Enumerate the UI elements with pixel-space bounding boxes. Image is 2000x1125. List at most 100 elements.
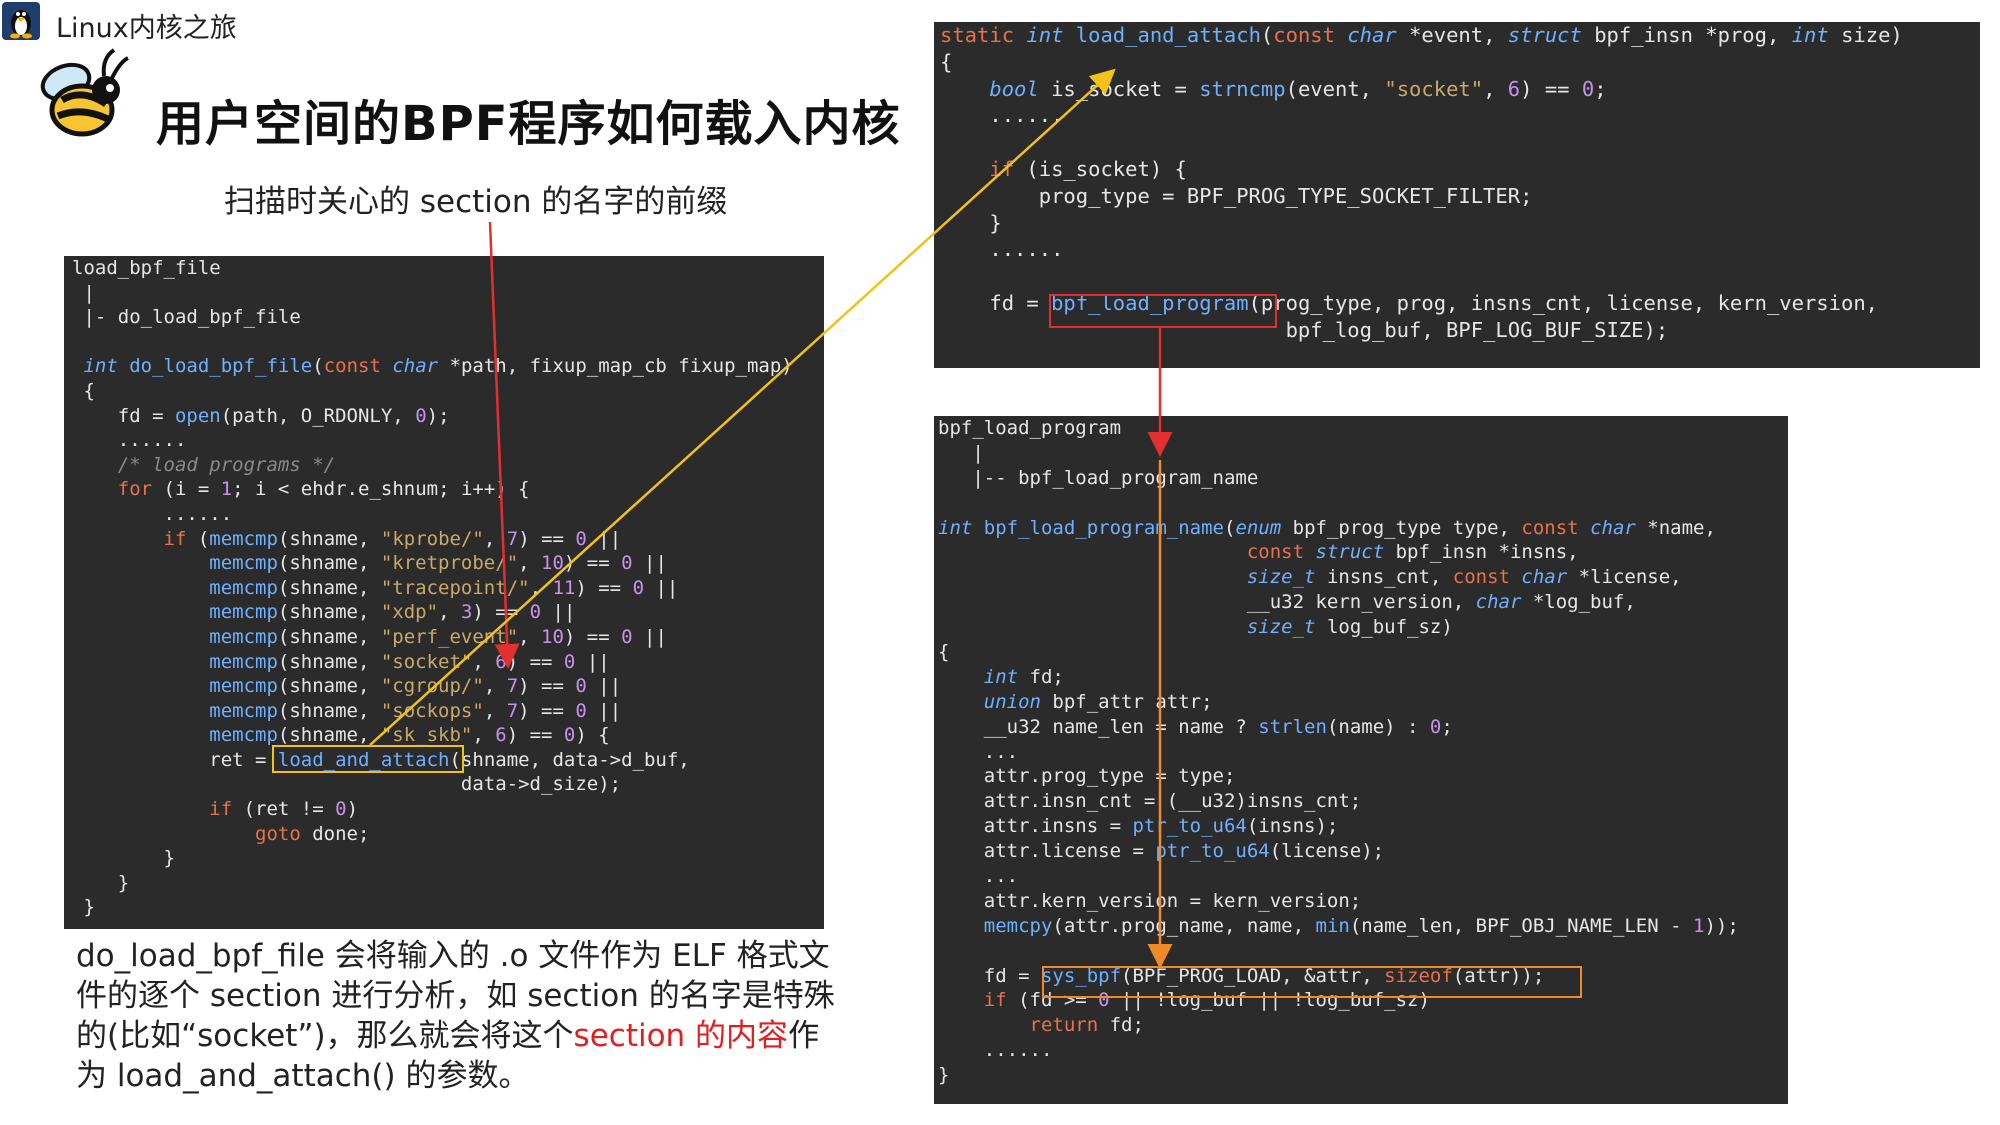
code-line: memcmp(shname, "perf_event", 10) == 0 || xyxy=(72,625,793,650)
code-token: , xyxy=(438,601,461,624)
highlight-sys-bpf-call xyxy=(1042,966,1582,998)
code-token: (name_len, BPF_OBJ_NAME_LEN - xyxy=(1349,914,1693,937)
bee-icon xyxy=(32,44,130,144)
code-token: ); xyxy=(426,404,450,427)
code-token: prog_type = BPF_PROG_TYPE_SOCKET_FILTER; xyxy=(940,183,1533,208)
code-block: load_bpf_file | |- do_load_bpf_file int … xyxy=(64,256,793,920)
code-line: } xyxy=(938,1063,1739,1088)
code-line: memcmp(shname, "sockops", 7) == 0 || xyxy=(72,699,793,724)
code-token: 10 xyxy=(541,625,564,648)
code-token: || xyxy=(575,650,610,673)
code-line: for (i = 1; i < ehdr.e_shnum; i++) { xyxy=(72,477,793,502)
code-line: } xyxy=(72,846,793,871)
code-token: (shname, xyxy=(277,576,381,599)
code-token: const xyxy=(1521,516,1591,539)
code-token: bpf_attr attr; xyxy=(1052,690,1213,713)
code-token: "kretprobe/" xyxy=(380,552,519,575)
code-token: memcmp xyxy=(72,576,278,599)
code-token: ) == xyxy=(518,699,576,722)
tux-penguin-icon xyxy=(2,2,40,40)
code-line: ...... xyxy=(72,502,793,527)
code-token: for xyxy=(72,478,164,501)
code-token: log_buf_sz) xyxy=(1326,616,1453,639)
code-line: memcpy(attr.prog_name, name, min(name_le… xyxy=(938,914,1739,939)
code-token: /* load programs */ xyxy=(72,453,336,476)
code-token: 0 xyxy=(632,576,645,599)
code-token: { xyxy=(72,379,95,402)
code-token: ...... xyxy=(938,1039,1053,1062)
code-token: memcmp xyxy=(72,699,278,722)
code-token: (path, O_RDONLY, xyxy=(220,404,416,427)
code-token: 0 xyxy=(575,675,587,698)
code-line: { xyxy=(938,640,1739,665)
code-token: min xyxy=(1315,914,1350,937)
code-line: ...... xyxy=(938,1038,1739,1063)
code-line: size_t log_buf_sz) xyxy=(938,615,1739,640)
code-token: || xyxy=(541,601,576,624)
code-token: bpf_insn *prog, xyxy=(1594,23,1792,47)
code-line: bpf_load_program xyxy=(938,416,1739,441)
code-token: load_and_attach xyxy=(1075,23,1261,47)
code-token: 0 xyxy=(621,625,633,648)
code-token: char xyxy=(392,355,450,378)
code-token: (i = xyxy=(163,478,221,501)
code-token: , xyxy=(1483,76,1508,101)
code-token: ( xyxy=(1223,516,1236,539)
code-token: attr.prog_type = type; xyxy=(938,765,1236,788)
code-token: done; xyxy=(312,822,370,845)
code-token: ) == xyxy=(575,576,633,599)
code-token: "sk_skb" xyxy=(380,724,473,747)
code-token: ...... xyxy=(940,237,1064,262)
code-token: 6 xyxy=(495,724,507,747)
code-token: int xyxy=(938,516,984,539)
code-token: 6 xyxy=(1507,76,1521,101)
code-token: (license); xyxy=(1269,840,1385,863)
code-token: (shname, xyxy=(277,724,381,747)
code-token: ... xyxy=(938,865,1019,888)
code-token: bool xyxy=(940,76,1052,101)
code-line: attr.insns = ptr_to_u64(insns); xyxy=(938,814,1739,839)
code-token: if xyxy=(72,527,198,550)
code-token: ) == xyxy=(506,724,564,747)
code-token: (shname, xyxy=(277,552,381,575)
code-token: char xyxy=(1521,566,1579,589)
code-token: do_load_bpf_file xyxy=(129,355,313,378)
code-token: if xyxy=(938,989,1019,1012)
code-token: ) == xyxy=(518,675,576,698)
code-token: const xyxy=(938,541,1316,564)
code-token: *name, xyxy=(1647,516,1716,539)
code-token: static xyxy=(940,23,1027,47)
code-token: memcmp xyxy=(209,527,278,550)
code-line: data->d_size); xyxy=(72,772,793,797)
code-token: || xyxy=(586,527,622,550)
code-token: |- do_load_bpf_file xyxy=(72,306,301,329)
code-token: , xyxy=(472,650,496,673)
code-token: ; xyxy=(1441,715,1453,738)
code-line: return fd; xyxy=(938,1013,1739,1038)
code-token: 0 xyxy=(575,527,587,550)
code-line: load_bpf_file xyxy=(72,256,793,281)
code-token: memcmp xyxy=(72,552,278,575)
code-token: 0 xyxy=(621,552,633,575)
code-token: load_bpf_file xyxy=(72,257,221,279)
code-token: ptr_to_u64 xyxy=(1155,840,1270,863)
code-token: || xyxy=(586,675,622,698)
code-token: struct xyxy=(1507,23,1595,47)
code-token: } xyxy=(938,1064,950,1087)
code-line: int fd; xyxy=(938,665,1739,690)
code-token: attr.insn_cnt = (__u32)insns_cnt; xyxy=(938,790,1362,813)
code-token: open xyxy=(174,404,221,427)
code-token: (name) : xyxy=(1326,715,1430,738)
code-line: } xyxy=(940,210,1903,237)
code-token: , xyxy=(472,724,496,747)
code-token: fd; xyxy=(1029,665,1064,688)
code-token: (ret != xyxy=(243,798,336,821)
code-token: is_socket = xyxy=(1051,76,1200,101)
code-line: int do_load_bpf_file(const char *path, f… xyxy=(72,354,792,379)
code-token: ) == xyxy=(472,601,530,624)
code-token: union xyxy=(938,690,1053,713)
code-token: goto xyxy=(72,822,313,845)
